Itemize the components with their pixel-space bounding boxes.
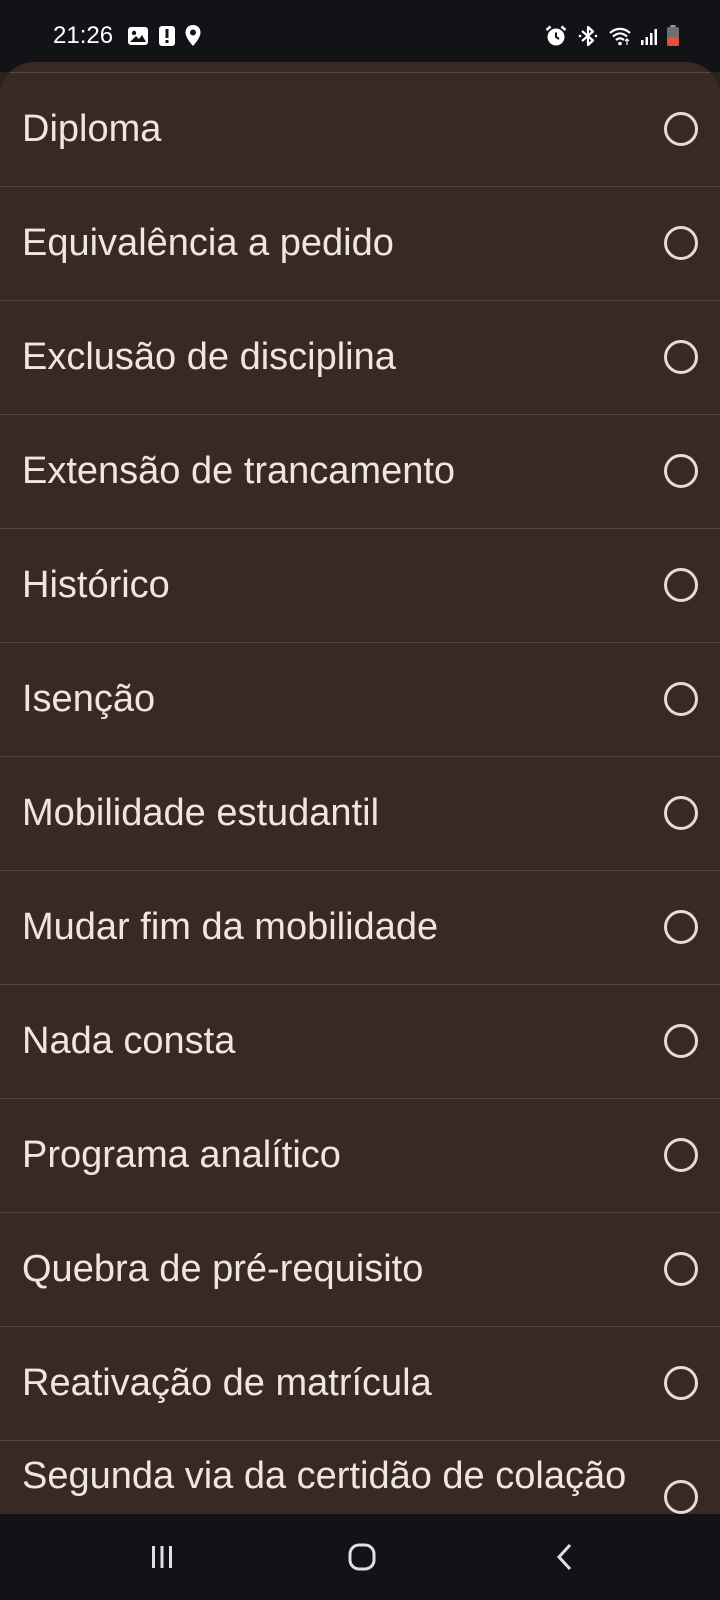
wifi-icon <box>609 27 631 46</box>
option-row[interactable]: Segunda via da certidão de colação <box>0 1441 720 1514</box>
radio-button[interactable] <box>664 454 698 488</box>
recents-icon <box>152 1546 172 1568</box>
battery-icon <box>667 25 679 46</box>
option-label: Isenção <box>22 678 156 720</box>
option-label: Programa analítico <box>22 1134 341 1176</box>
option-label: Exclusão de disciplina <box>22 336 396 378</box>
recents-button[interactable] <box>138 1533 186 1581</box>
radio-button[interactable] <box>664 796 698 830</box>
radio-button[interactable] <box>664 910 698 944</box>
home-button[interactable] <box>338 1533 386 1581</box>
status-right-icons <box>544 24 680 48</box>
radio-button[interactable] <box>664 1252 698 1286</box>
radio-button[interactable] <box>664 568 698 602</box>
option-row[interactable]: Quebra de pré-requisito <box>0 1213 720 1327</box>
option-row[interactable]: Equivalência a pedido <box>0 187 720 301</box>
status-left-icons <box>126 24 202 48</box>
option-row[interactable]: Isenção <box>0 643 720 757</box>
option-row[interactable]: Mobilidade estudantil <box>0 757 720 871</box>
option-row[interactable]: Mudar fim da mobilidade <box>0 871 720 985</box>
option-label: Histórico <box>22 564 170 606</box>
radio-button[interactable] <box>664 226 698 260</box>
option-row[interactable]: Diploma <box>0 73 720 187</box>
radio-button[interactable] <box>664 682 698 716</box>
gallery-icon <box>128 27 148 45</box>
navigation-bar <box>0 1514 720 1600</box>
option-label: Nada consta <box>22 1020 236 1062</box>
option-row[interactable]: Extensão de trancamento <box>0 415 720 529</box>
alert-icon <box>159 26 175 46</box>
radio-button[interactable] <box>664 1366 698 1400</box>
radio-button[interactable] <box>664 1138 698 1172</box>
option-label: Diploma <box>22 108 162 150</box>
location-icon <box>185 25 201 46</box>
option-label: Reativação de matrícula <box>22 1362 432 1404</box>
home-icon <box>348 1543 376 1571</box>
back-button[interactable] <box>542 1533 590 1581</box>
radio-button[interactable] <box>664 340 698 374</box>
option-label: Equivalência a pedido <box>22 222 394 264</box>
option-row[interactable]: Histórico <box>0 529 720 643</box>
option-label: Segunda via da certidão de colação <box>22 1455 627 1497</box>
radio-button[interactable] <box>664 1480 698 1514</box>
radio-button[interactable] <box>664 112 698 146</box>
status-time: 21:26 <box>53 22 114 49</box>
option-label: Mobilidade estudantil <box>22 792 380 834</box>
option-label: Quebra de pré-requisito <box>22 1248 424 1290</box>
option-row[interactable]: Nada consta <box>0 985 720 1099</box>
radio-button[interactable] <box>664 1024 698 1058</box>
option-label: Mudar fim da mobilidade <box>22 906 439 948</box>
option-row[interactable]: Programa analítico <box>0 1099 720 1213</box>
signal-icon <box>641 29 657 45</box>
alarm-icon <box>545 25 567 46</box>
options-dialog: Diploma Equivalência a pedido Exclusão de … <box>0 62 720 1514</box>
option-label: Extensão de trancamento <box>22 450 456 492</box>
option-row[interactable]: Reativação de matrícula <box>0 1327 720 1441</box>
options-list[interactable]: Diploma Equivalência a pedido Exclusão de … <box>0 73 720 1514</box>
option-row[interactable]: Exclusão de disciplina <box>0 301 720 415</box>
back-icon <box>556 1543 572 1571</box>
bluetooth-icon <box>578 25 598 47</box>
